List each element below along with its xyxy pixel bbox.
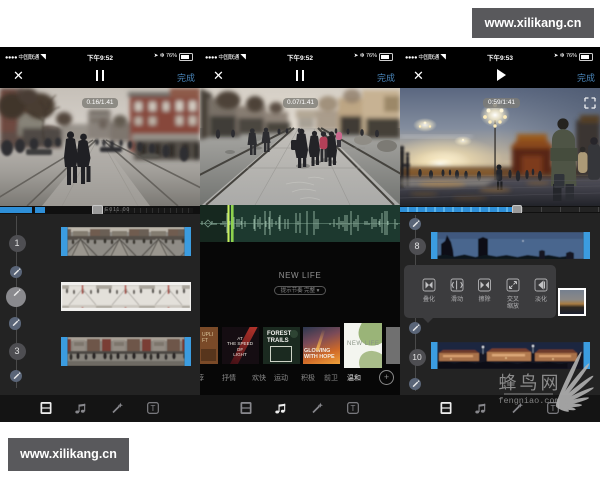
svg-text:交叉: 交叉 <box>507 295 519 303</box>
svg-text:fengniao.com: fengniao.com <box>498 396 559 406</box>
svg-text:缩放: 缩放 <box>507 302 519 310</box>
svg-text:蜂鸟网: 蜂鸟网 <box>499 373 562 393</box>
svg-text:滑动: 滑动 <box>451 295 463 303</box>
svg-text:叠化: 叠化 <box>423 295 435 303</box>
svg-text:擦除: 擦除 <box>478 295 490 303</box>
svg-text:淡化: 淡化 <box>535 295 547 303</box>
